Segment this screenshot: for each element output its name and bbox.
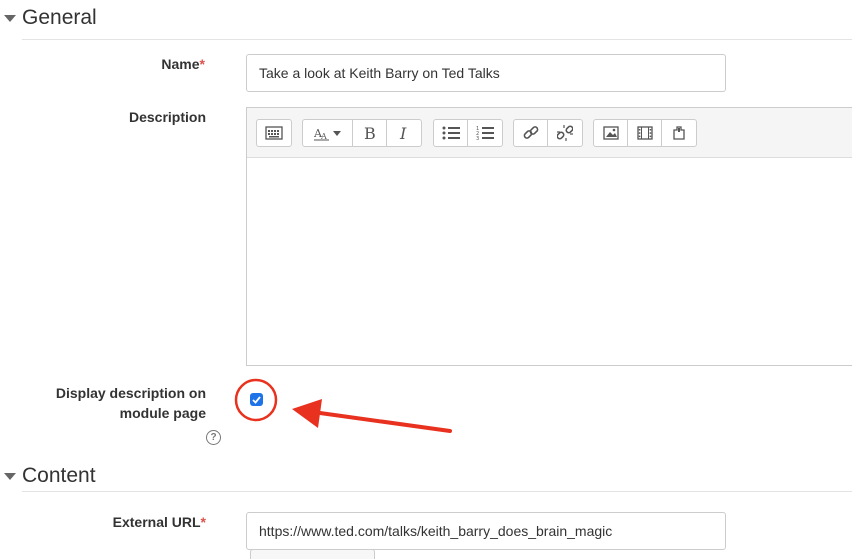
svg-text:3: 3 xyxy=(476,136,479,140)
toolbar-group-toggle xyxy=(256,119,292,147)
collapse-caret-icon[interactable] xyxy=(4,472,16,480)
editor-content-area[interactable] xyxy=(247,158,852,365)
required-mark: * xyxy=(199,56,205,72)
manage-files-icon[interactable] xyxy=(662,120,696,146)
section-title: General xyxy=(22,6,97,29)
link-icon[interactable] xyxy=(514,120,548,146)
toolbar-group-links xyxy=(513,119,583,147)
display-description-label: Display description on module page xyxy=(20,383,206,423)
image-icon[interactable] xyxy=(594,120,628,146)
description-label: Description xyxy=(128,109,206,125)
display-description-label-line1: Display description on xyxy=(55,385,206,401)
external-url-label: External URL* xyxy=(60,514,206,530)
external-url-input[interactable]: https://www.ted.com/talks/keith_barry_do… xyxy=(246,512,726,550)
checkmark-icon xyxy=(252,395,261,404)
editor-toolbar: AA B I 123 xyxy=(247,108,852,158)
ordered-list-icon[interactable]: 123 xyxy=(468,120,502,146)
display-description-checkbox[interactable] xyxy=(250,393,263,406)
section-divider xyxy=(22,491,852,492)
toolbar-toggle-icon[interactable] xyxy=(257,120,291,146)
name-input[interactable]: Take a look at Keith Barry on Ted Talks xyxy=(246,54,726,92)
toolbar-group-lists: 123 xyxy=(433,119,503,147)
name-label: Name* xyxy=(100,56,205,72)
unordered-list-icon[interactable] xyxy=(434,120,468,146)
svg-text:B: B xyxy=(364,125,376,141)
section-divider xyxy=(22,39,852,40)
choose-link-button[interactable] xyxy=(250,549,375,559)
display-description-label-line2: module page xyxy=(119,405,206,421)
required-mark: * xyxy=(200,514,206,530)
section-general-header[interactable]: General xyxy=(0,6,852,30)
toolbar-group-media xyxy=(593,119,697,147)
help-icon[interactable]: ? xyxy=(206,430,221,445)
bold-icon[interactable]: B xyxy=(353,120,387,146)
external-url-label-text: External URL xyxy=(112,514,201,530)
description-editor[interactable]: AA B I 123 xyxy=(246,107,852,366)
toolbar-group-format: AA B I xyxy=(302,119,422,147)
font-style-icon[interactable]: AA xyxy=(303,120,353,146)
svg-text:I: I xyxy=(399,125,407,141)
section-content-header[interactable]: Content xyxy=(0,464,852,488)
media-icon[interactable] xyxy=(628,120,662,146)
annotation-arrow xyxy=(292,399,452,433)
section-title: Content xyxy=(22,464,96,487)
collapse-caret-icon[interactable] xyxy=(4,14,16,22)
name-label-text: Name xyxy=(161,56,200,72)
page: General Name* Take a look at Keith Barry… xyxy=(0,0,852,559)
unlink-icon[interactable] xyxy=(548,120,582,146)
italic-icon[interactable]: I xyxy=(387,120,421,146)
